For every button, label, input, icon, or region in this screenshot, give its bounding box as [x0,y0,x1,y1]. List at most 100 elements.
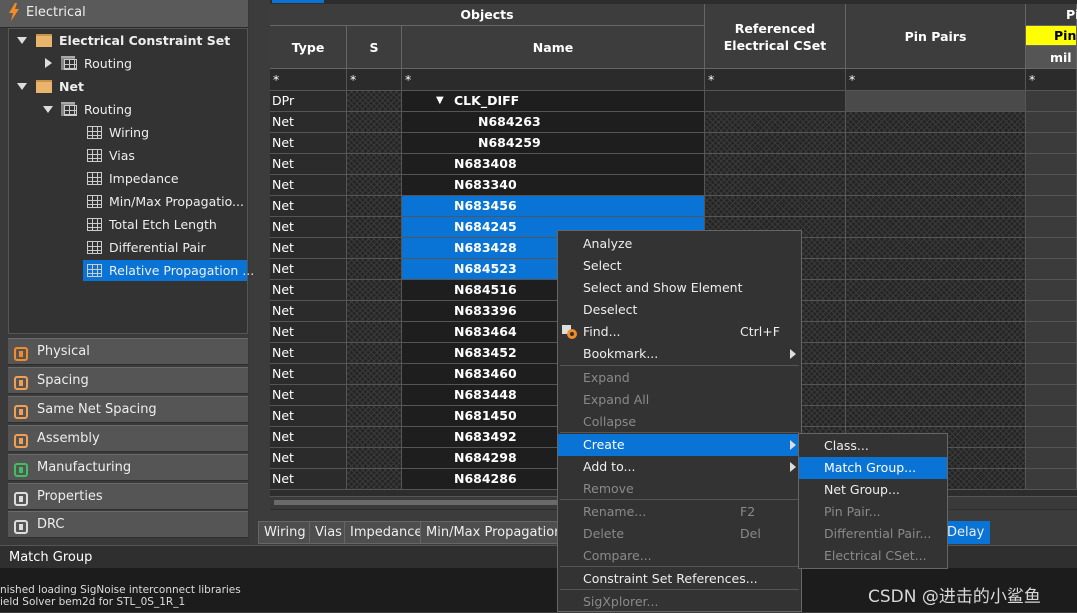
table-row-pin1[interactable] [1026,322,1077,343]
table-row-ref-cset[interactable] [705,196,846,217]
tree-item-vias[interactable]: Vias [9,145,247,166]
table-row-type[interactable]: Net [270,343,347,364]
table-row-pin1[interactable] [1026,385,1077,406]
table-row-name[interactable]: ▼ CLK_DIFF [402,91,705,112]
menu-item-add-to[interactable]: Add to... [558,456,801,478]
tree-item-wiring[interactable]: Wiring [9,122,247,143]
table-row-pin1[interactable] [1026,259,1077,280]
table-row-pin-pairs[interactable] [846,112,1026,133]
tree-item-min-max-propagatio[interactable]: Min/Max Propagatio... [9,191,247,212]
tab-min-max-propagation[interactable]: Min/Max Propagation [420,521,569,544]
table-row-type[interactable]: DPr [270,91,347,112]
tree-item-relative-propagation[interactable]: Relative Propagation ... [83,260,254,281]
tree-item-net[interactable]: Net [9,76,247,97]
table-row-ref-cset[interactable] [705,154,846,175]
table-row-name[interactable]: N683456 [402,196,705,217]
column-header-type[interactable]: Type [270,26,347,69]
pin1-header[interactable]: Pin 1 [1026,26,1077,63]
table-row-pin-pairs[interactable] [846,343,1026,364]
tab-delay[interactable]: Delay [941,521,991,544]
menu-item-deselect[interactable]: Deselect [558,299,801,321]
submenu-item-class[interactable]: Class... [799,435,947,457]
table-row-type[interactable]: Net [270,196,347,217]
electrical-workbook-header[interactable]: Electrical [0,0,248,28]
tree-item-differential-pair[interactable]: Differential Pair [9,237,247,258]
menu-item-select[interactable]: Select [558,255,801,277]
column-header-referenced-cset[interactable]: Referenced Electrical CSet [705,4,846,69]
menu-item-constraint-set-references[interactable]: Constraint Set References... [558,568,801,590]
filter-cell-s[interactable]: * [347,69,402,91]
table-row-type[interactable]: Net [270,301,347,322]
table-row-pin1[interactable] [1026,217,1077,238]
submenu-item-match-group[interactable]: Match Group... [799,457,947,479]
column-header-pin-pairs[interactable]: Pin Pairs [846,4,1026,69]
tree-item-total-etch-length[interactable]: Total Etch Length [9,214,247,235]
collapse-arrow-icon[interactable] [43,106,53,113]
filter-cell-type[interactable]: * [270,69,347,91]
table-row-pin1[interactable] [1026,154,1077,175]
table-row-pin-pairs[interactable] [846,322,1026,343]
table-row-pin1[interactable] [1026,364,1077,385]
table-row-type[interactable]: Net [270,280,347,301]
menu-item-sigxplorer[interactable]: SigXplorer... [558,591,801,613]
tab-wiring[interactable]: Wiring [258,521,312,544]
tree-item-impedance[interactable]: Impedance [9,168,247,189]
tab-vias[interactable]: Vias [309,521,348,544]
expand-arrow-icon[interactable]: ▼ [436,91,444,111]
submenu-item-net-group[interactable]: Net Group... [799,479,947,501]
tree-item-electrical-constraint-set[interactable]: Electrical Constraint Set [9,30,247,51]
table-row-name[interactable]: N683408 [402,154,705,175]
workbook-drc[interactable]: DRC [8,511,248,538]
workbook-physical[interactable]: Physical [8,338,248,365]
table-row-pin1[interactable] [1026,343,1077,364]
table-row-pin-pairs[interactable] [846,280,1026,301]
table-row-pin1[interactable] [1026,196,1077,217]
table-row-pin1[interactable] [1026,280,1077,301]
table-row-ref-cset[interactable] [705,91,846,112]
table-row-type[interactable]: Net [270,364,347,385]
table-row-type[interactable]: Net [270,448,347,469]
menu-item-find[interactable]: Find... Ctrl+F [558,321,801,343]
menu-item-remove[interactable]: Remove [558,478,801,500]
menu-item-expand[interactable]: Expand [558,367,801,389]
table-row-pin1[interactable] [1026,133,1077,154]
table-row-pin-pairs[interactable] [846,133,1026,154]
table-row-pin-pairs[interactable] [846,385,1026,406]
table-row-type[interactable]: Net [270,469,347,490]
expand-arrow-icon[interactable] [45,58,52,68]
column-header-pin-group[interactable]: Pi [1026,4,1077,26]
table-row-pin-pairs[interactable] [846,238,1026,259]
table-row-type[interactable]: Net [270,406,347,427]
tree-item-routing[interactable]: Routing [9,99,247,120]
menu-item-expand-all[interactable]: Expand All [558,389,801,411]
table-row-pin1[interactable] [1026,91,1077,112]
workbook-properties[interactable]: Properties [8,483,248,510]
table-row-pin-pairs[interactable] [846,196,1026,217]
menu-item-compare[interactable]: Compare... [558,545,801,567]
column-header-name[interactable]: Name [402,26,705,69]
table-row-pin-pairs[interactable] [846,364,1026,385]
scrollbar-thumb[interactable] [274,500,564,505]
table-row-type[interactable]: Net [270,427,347,448]
table-row-type[interactable]: Net [270,385,347,406]
filter-cell-pin-extra[interactable]: * [1026,69,1077,91]
workbook-assembly[interactable]: Assembly [8,425,248,452]
table-row-type[interactable]: Net [270,238,347,259]
table-row-ref-cset[interactable] [705,175,846,196]
table-row-pin-pairs[interactable] [846,217,1026,238]
table-row-type[interactable]: Net [270,133,347,154]
table-row-ref-cset[interactable] [705,112,846,133]
workbook-spacing[interactable]: Spacing [8,367,248,394]
table-row-name[interactable]: N683340 [402,175,705,196]
collapse-arrow-icon[interactable] [17,83,27,90]
menu-item-create[interactable]: Create [558,434,801,456]
table-row-pin-pairs[interactable] [846,91,1026,112]
table-row-pin1[interactable] [1026,406,1077,427]
filter-cell-pin-pairs[interactable]: * [846,69,1026,91]
table-row-pin-pairs[interactable] [846,259,1026,280]
table-row-type[interactable]: Net [270,154,347,175]
table-row-pin1[interactable] [1026,301,1077,322]
table-row-name[interactable]: N684259 [402,133,705,154]
unit-header[interactable]: mil [1026,46,1077,69]
workbook-manufacturing[interactable]: Manufacturing [8,454,248,481]
